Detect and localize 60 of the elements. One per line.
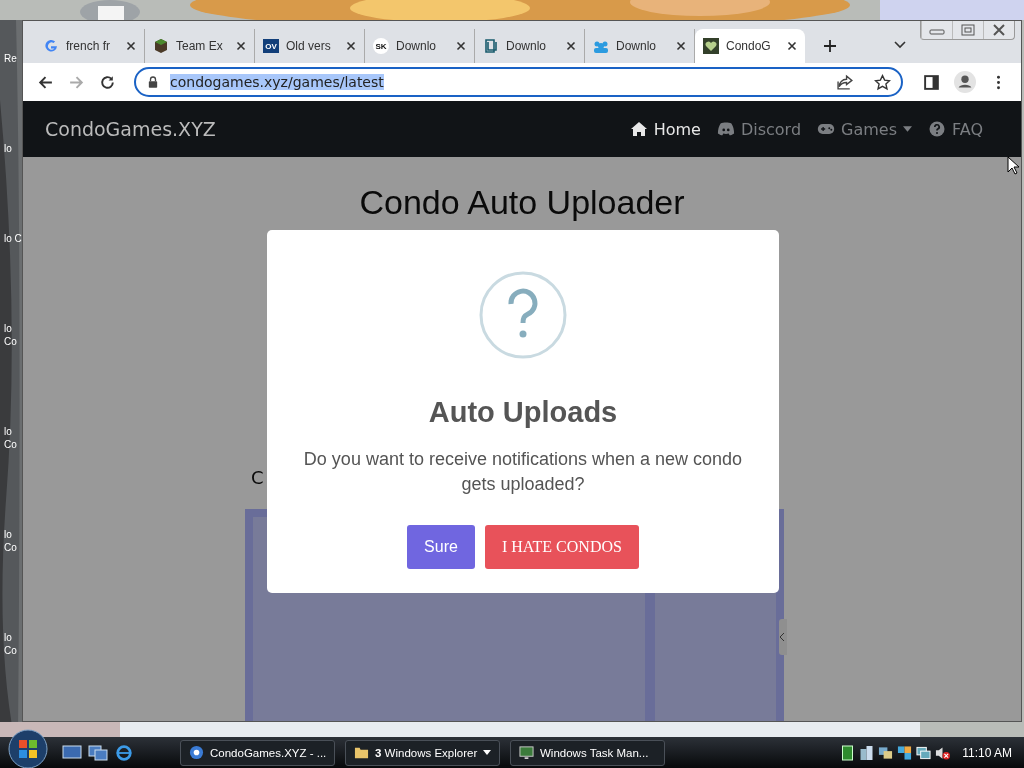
nav-link[interactable]: Home	[629, 119, 701, 139]
tab-logo: SK	[373, 38, 389, 54]
chat-bubble-icon	[716, 121, 735, 137]
tray-icon[interactable]	[859, 744, 875, 761]
star-icon[interactable]	[874, 73, 891, 91]
help-icon	[928, 121, 946, 137]
modal-title: Auto Uploads	[428, 396, 618, 429]
folder-icon	[354, 745, 369, 760]
nav-link[interactable]: FAQ	[928, 119, 983, 139]
taskbar-button[interactable]: 3 Windows Explorer	[345, 739, 500, 766]
start-button[interactable]	[8, 728, 48, 768]
tray-icon[interactable]	[897, 744, 913, 761]
share-icon[interactable]	[837, 73, 854, 91]
desktop-icon[interactable]	[62, 743, 82, 762]
browser-icon[interactable]	[114, 743, 134, 762]
clock[interactable]: 11:10 AM	[962, 745, 1012, 760]
close-icon[interactable]	[126, 41, 136, 51]
tray-icon[interactable]	[840, 744, 856, 761]
caret-icon	[483, 750, 492, 755]
monitor-icon	[519, 745, 534, 760]
close-icon[interactable]	[676, 41, 686, 51]
close-icon[interactable]	[566, 41, 576, 51]
collapse-handle[interactable]	[779, 619, 787, 655]
muted-speaker-icon[interactable]	[935, 744, 951, 761]
chevron-down-icon[interactable]	[894, 41, 906, 49]
close-icon[interactable]	[236, 41, 246, 51]
tray-icon[interactable]	[878, 744, 894, 761]
close-icon[interactable]	[456, 41, 466, 51]
gamepad-icon	[817, 121, 836, 137]
heart-icon	[703, 38, 719, 54]
nav-link[interactable]: Games	[817, 119, 912, 139]
nav-link[interactable]: Discord	[716, 119, 802, 139]
page-heading: Condo Auto Uploader	[358, 183, 686, 222]
reload-icon[interactable]	[99, 73, 116, 91]
confirm-button[interactable]: Sure	[407, 525, 475, 569]
network-icon[interactable]	[916, 744, 932, 761]
taskbar-button[interactable]: CondoGames.XYZ - ...	[180, 739, 335, 766]
google-icon	[43, 38, 59, 54]
document-icon	[483, 38, 499, 54]
window-controls[interactable]	[920, 21, 1015, 40]
close-icon[interactable]	[346, 41, 356, 51]
windows-icon[interactable]	[88, 743, 108, 762]
lock-icon	[148, 76, 158, 88]
section-label: C	[251, 467, 264, 488]
browser-icon	[189, 745, 204, 760]
home-icon	[629, 121, 648, 137]
site-brand[interactable]: CondoGames.XYZ	[45, 118, 216, 140]
tab-logo: OV	[263, 39, 279, 53]
cancel-button[interactable]: I HATE CONDOS	[484, 525, 639, 569]
taskbar-button[interactable]: Windows Task Man...	[510, 739, 665, 766]
address-bar[interactable]: condogames.xyz/games/latest	[134, 67, 903, 97]
question-icon	[478, 270, 568, 360]
caret-icon	[903, 126, 912, 132]
profile-icon[interactable]	[954, 71, 976, 93]
close-icon[interactable]	[787, 41, 797, 51]
new-tab-icon[interactable]	[823, 39, 837, 53]
modal-message: Do you want to receive notifications when a new condo gets uploaded?	[302, 448, 744, 496]
browser-tab[interactable]: CondoG	[695, 29, 805, 63]
cube-icon	[153, 38, 169, 54]
side-panel-icon[interactable]	[923, 73, 940, 91]
